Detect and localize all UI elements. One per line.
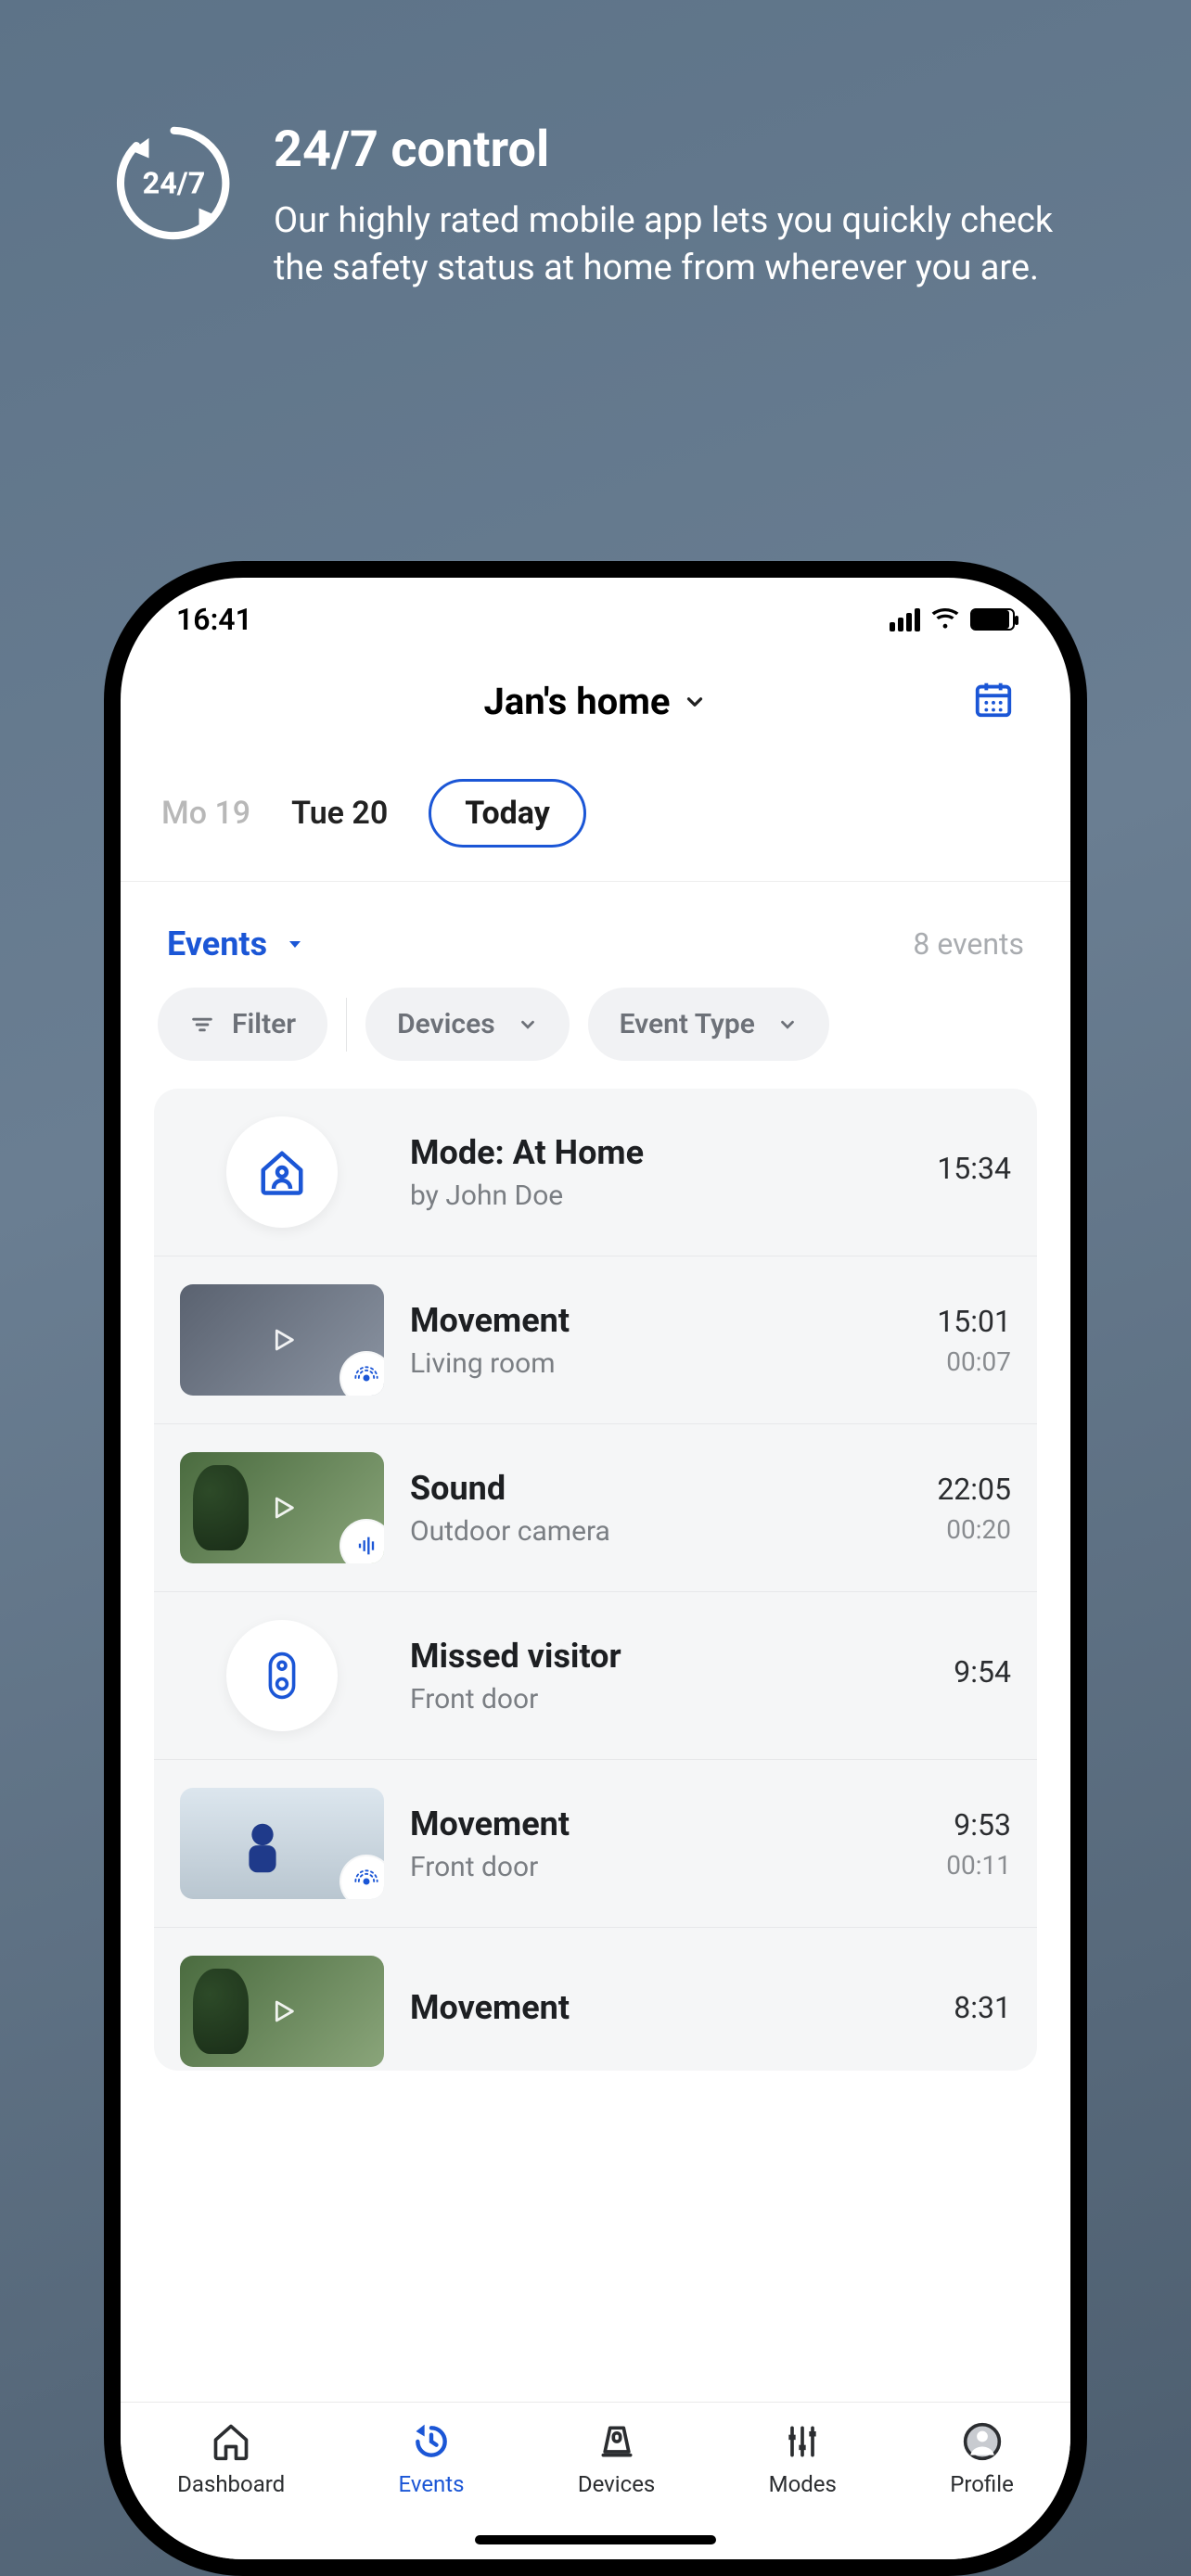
event-time: 15:01 [937, 1304, 1011, 1339]
event-icon-doorbell [226, 1620, 338, 1731]
svg-text:24/7: 24/7 [143, 165, 206, 200]
play-icon [266, 1492, 298, 1524]
event-duration: 00:20 [937, 1514, 1011, 1545]
filter-icon [189, 1012, 215, 1038]
events-dropdown[interactable]: Events [167, 925, 306, 963]
promo-title: 24/7 control [274, 121, 1098, 179]
motion-badge-icon [341, 1856, 384, 1899]
profile-icon [962, 2419, 1003, 2464]
play-icon [266, 1996, 298, 2027]
event-row[interactable]: Movement Front door 9:53 00:11 [154, 1760, 1037, 1928]
filter-chip-label: Filter [232, 1008, 296, 1040]
home-name: Jan's home [484, 680, 671, 723]
event-row[interactable]: Movement Living room 15:01 00:07 [154, 1256, 1037, 1424]
history-icon [411, 2419, 452, 2464]
tab-label: Dashboard [177, 2471, 285, 2497]
phone-frame: 16:41 Jan's home Mo 19 [104, 561, 1087, 2576]
event-title: Movement [410, 1988, 928, 2027]
promo-banner: 24/7 24/7 control Our highly rated mobil… [0, 0, 1191, 349]
house-icon [211, 2419, 251, 2464]
tab-label: Devices [578, 2471, 655, 2497]
app-header: Jan's home [121, 661, 1070, 751]
event-row[interactable]: Sound Outdoor camera 22:05 00:20 [154, 1424, 1037, 1592]
doorbell-icon [262, 1651, 302, 1701]
event-title: Movement [410, 1804, 920, 1843]
event-thumbnail [180, 1788, 384, 1899]
filter-chips: Filter Devices Event Type [121, 988, 1070, 1089]
event-duration: 00:07 [937, 1346, 1011, 1377]
sound-badge-icon [341, 1521, 384, 1563]
status-time: 16:41 [176, 602, 252, 637]
home-person-icon [257, 1147, 307, 1197]
event-thumbnail [180, 1956, 384, 2067]
motion-badge-icon [341, 1353, 384, 1396]
events-header: Events 8 events [121, 882, 1070, 988]
date-today[interactable]: Today [429, 779, 586, 848]
sliders-icon [782, 2419, 823, 2464]
event-type-chip[interactable]: Event Type [588, 988, 829, 1061]
event-thumbnail [180, 1284, 384, 1396]
tab-label: Profile [950, 2471, 1014, 2497]
event-list: Mode: At Home by John Doe 15:34 Movement… [154, 1089, 1037, 2071]
event-time: 8:31 [954, 1990, 1011, 2025]
filter-chip[interactable]: Filter [158, 988, 327, 1061]
date-prev2[interactable]: Mo 19 [161, 795, 250, 832]
chevron-down-icon [683, 690, 707, 714]
cellular-icon [890, 608, 920, 631]
event-duration: 00:11 [946, 1850, 1011, 1881]
event-time: 9:54 [954, 1654, 1011, 1690]
home-selector[interactable]: Jan's home [484, 680, 708, 723]
caret-down-icon [284, 933, 306, 955]
event-time: 15:34 [937, 1151, 1011, 1186]
event-title: Sound [410, 1469, 911, 1508]
events-dropdown-label: Events [167, 925, 267, 963]
event-icon-mode [226, 1116, 338, 1228]
status-bar: 16:41 [121, 578, 1070, 661]
event-title: Missed visitor [410, 1637, 928, 1676]
date-prev1[interactable]: Tue 20 [291, 795, 388, 832]
tab-dashboard[interactable]: Dashboard [177, 2419, 285, 2497]
event-row[interactable]: Movement 8:31 [154, 1928, 1037, 2071]
devices-chip[interactable]: Devices [365, 988, 570, 1061]
devices-chip-label: Devices [397, 1008, 495, 1040]
event-subtitle: Front door [410, 1683, 928, 1715]
event-subtitle: Outdoor camera [410, 1515, 911, 1548]
tab-profile[interactable]: Profile [950, 2419, 1014, 2497]
chevron-down-icon [518, 1014, 538, 1035]
wifi-icon [931, 608, 959, 631]
tab-modes[interactable]: Modes [769, 2419, 837, 2497]
event-row[interactable]: Missed visitor Front door 9:54 [154, 1592, 1037, 1760]
event-subtitle: Front door [410, 1851, 920, 1883]
event-time: 22:05 [937, 1472, 1011, 1507]
event-title: Mode: At Home [410, 1133, 911, 1172]
event-subtitle: by John Doe [410, 1180, 911, 1212]
tab-label: Modes [769, 2471, 837, 2497]
device-icon [596, 2419, 637, 2464]
events-count: 8 events [913, 926, 1024, 962]
promo-247-icon: 24/7 [111, 121, 237, 246]
battery-icon [970, 608, 1015, 631]
chevron-down-icon [777, 1014, 798, 1035]
home-indicator [475, 2535, 716, 2544]
promo-body: Our highly rated mobile app lets you qui… [274, 198, 1098, 293]
event-time: 9:53 [946, 1807, 1011, 1843]
calendar-button[interactable] [972, 678, 1015, 721]
tab-label: Events [399, 2471, 465, 2497]
tab-devices[interactable]: Devices [578, 2419, 655, 2497]
event-row[interactable]: Mode: At Home by John Doe 15:34 [154, 1089, 1037, 1256]
event-type-chip-label: Event Type [620, 1008, 755, 1040]
play-icon [266, 1324, 298, 1356]
event-thumbnail [180, 1452, 384, 1563]
date-selector: Mo 19 Tue 20 Today [121, 751, 1070, 882]
event-title: Movement [410, 1301, 911, 1340]
event-subtitle: Living room [410, 1347, 911, 1380]
chip-divider [346, 998, 347, 1052]
tab-events[interactable]: Events [399, 2419, 465, 2497]
